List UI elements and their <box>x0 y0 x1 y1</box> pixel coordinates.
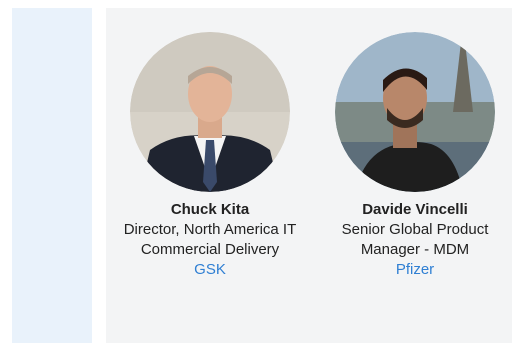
speaker-name: Chuck Kita <box>170 201 250 218</box>
speaker-company-link[interactable]: GSK <box>120 260 300 280</box>
speaker-photo-icon <box>130 32 290 192</box>
speaker-company-link[interactable]: Pfizer <box>325 260 505 280</box>
speaker-photo-icon <box>335 32 495 192</box>
left-rail <box>12 8 92 343</box>
speaker-name: Davide Vincelli <box>362 201 468 218</box>
speaker-card: Chuck Kita Director, North America IT Co… <box>120 32 300 280</box>
speaker-role: Senior Global Product Manager - MDM <box>341 221 489 258</box>
speaker-role: Director, North America IT Commercial De… <box>123 221 297 258</box>
speaker-card: Davide Vincelli Senior Global Product Ma… <box>325 32 505 280</box>
